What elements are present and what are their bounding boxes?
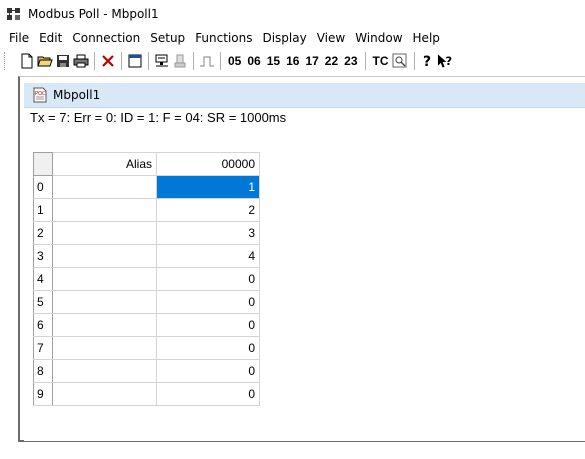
menu-file[interactable]: File bbox=[4, 29, 34, 47]
row-header[interactable]: 2 bbox=[33, 221, 53, 245]
delete-x-icon[interactable] bbox=[99, 51, 116, 71]
alias-cell[interactable] bbox=[52, 198, 157, 222]
grid-corner[interactable] bbox=[33, 152, 53, 176]
menu-setup[interactable]: Setup bbox=[145, 29, 190, 47]
toolbar-separator bbox=[220, 52, 221, 70]
register-grid: Alias 00000 01122334405060708090 bbox=[33, 152, 260, 406]
table-row: 50 bbox=[33, 290, 260, 314]
register-value-cell[interactable]: 0 bbox=[156, 359, 260, 383]
row-header[interactable]: 1 bbox=[33, 198, 53, 222]
save-icon[interactable] bbox=[54, 51, 71, 71]
fc-23-button[interactable]: 23 bbox=[341, 51, 360, 71]
row-header[interactable]: 6 bbox=[33, 313, 53, 337]
column-header-alias[interactable]: Alias bbox=[52, 152, 157, 176]
table-row: 34 bbox=[33, 244, 260, 268]
table-row: 40 bbox=[33, 267, 260, 291]
toolbar-separator bbox=[148, 52, 149, 70]
context-help-icon[interactable]: ? bbox=[437, 51, 454, 71]
toolbar-separator bbox=[413, 52, 415, 70]
window-icon[interactable] bbox=[126, 51, 143, 71]
fc-17-button[interactable]: 17 bbox=[302, 51, 321, 71]
row-header[interactable]: 0 bbox=[33, 175, 53, 199]
register-value-cell[interactable]: 2 bbox=[156, 198, 260, 222]
table-row: 80 bbox=[33, 359, 260, 383]
window-title: Modbus Poll - Mbpoll1 bbox=[28, 7, 159, 21]
table-row: 12 bbox=[33, 198, 260, 222]
fc-05-button[interactable]: 05 bbox=[225, 51, 244, 71]
new-file-icon[interactable] bbox=[18, 51, 35, 71]
menu-connection[interactable]: Connection bbox=[67, 29, 145, 47]
fc-15-button[interactable]: 15 bbox=[264, 51, 283, 71]
menu-functions[interactable]: Functions bbox=[190, 29, 257, 47]
register-value-cell[interactable]: 4 bbox=[156, 244, 260, 268]
row-header[interactable]: 4 bbox=[33, 267, 53, 291]
toolbar-grip[interactable] bbox=[4, 52, 7, 70]
toolbar-separator bbox=[193, 52, 194, 70]
toolbar: 05 06 15 16 17 22 23 TC ? ? bbox=[0, 49, 585, 73]
row-header[interactable]: 3 bbox=[33, 244, 53, 268]
register-value-cell[interactable]: 3 bbox=[156, 221, 260, 245]
pulse-icon[interactable] bbox=[198, 51, 215, 71]
menu-bar: File Edit Connection Setup Functions Dis… bbox=[0, 28, 585, 48]
tc-button[interactable]: TC bbox=[370, 51, 392, 71]
menu-edit[interactable]: Edit bbox=[34, 29, 67, 47]
fc-16-button[interactable]: 16 bbox=[283, 51, 302, 71]
alias-cell[interactable] bbox=[52, 221, 157, 245]
open-folder-icon[interactable] bbox=[36, 51, 53, 71]
table-row: 60 bbox=[33, 313, 260, 337]
row-header[interactable]: 5 bbox=[33, 290, 53, 314]
register-value-cell[interactable]: 0 bbox=[156, 267, 260, 291]
alias-cell[interactable] bbox=[52, 290, 157, 314]
alias-cell[interactable] bbox=[52, 359, 157, 383]
alias-cell[interactable] bbox=[52, 382, 157, 406]
row-header[interactable]: 7 bbox=[33, 336, 53, 360]
table-row: 90 bbox=[33, 382, 260, 406]
alias-cell[interactable] bbox=[52, 244, 157, 268]
child-window-title: Mbpoll1 bbox=[53, 88, 101, 102]
alias-cell[interactable] bbox=[52, 175, 157, 199]
alias-cell[interactable] bbox=[52, 336, 157, 360]
toolbar-separator bbox=[94, 52, 95, 70]
child-window-body: Tx = 7: Err = 0: ID = 1: F = 04: SR = 10… bbox=[24, 108, 585, 441]
register-value-cell[interactable]: 0 bbox=[156, 313, 260, 337]
svg-text:POC: POC bbox=[35, 91, 46, 97]
title-bar: Modbus Poll - Mbpoll1 bbox=[0, 0, 585, 28]
table-row: 70 bbox=[33, 336, 260, 360]
table-row: 23 bbox=[33, 221, 260, 245]
register-value-cell[interactable]: 1 bbox=[156, 175, 260, 199]
alias-cell[interactable] bbox=[52, 313, 157, 337]
help-icon[interactable]: ? bbox=[419, 51, 436, 71]
toolbar-separator bbox=[364, 52, 366, 70]
app-window: Modbus Poll - Mbpoll1 File Edit Connecti… bbox=[0, 0, 585, 459]
fc-06-button[interactable]: 06 bbox=[244, 51, 263, 71]
child-window-titlebar[interactable]: POC Mbpoll1 bbox=[24, 83, 585, 108]
tc-monitor-icon[interactable] bbox=[392, 51, 409, 71]
mdi-workspace: POC Mbpoll1 Tx = 7: Err = 0: ID = 1: F =… bbox=[18, 76, 585, 442]
menu-window[interactable]: Window bbox=[350, 29, 407, 47]
register-value-cell[interactable]: 0 bbox=[156, 382, 260, 406]
poll-document-icon: POC bbox=[32, 87, 48, 103]
svg-text:?: ? bbox=[423, 54, 431, 69]
menu-display[interactable]: Display bbox=[257, 29, 311, 47]
poll-status-line: Tx = 7: Err = 0: ID = 1: F = 04: SR = 10… bbox=[30, 110, 287, 125]
table-row: 01 bbox=[33, 175, 260, 199]
disconnect-icon[interactable] bbox=[171, 51, 188, 71]
connect-icon[interactable] bbox=[153, 51, 170, 71]
register-value-cell[interactable]: 0 bbox=[156, 336, 260, 360]
toolbar-separator bbox=[121, 52, 122, 70]
print-icon[interactable] bbox=[72, 51, 89, 71]
modbus-app-icon bbox=[6, 6, 22, 22]
row-header[interactable]: 8 bbox=[33, 359, 53, 383]
svg-text:?: ? bbox=[445, 54, 452, 68]
menu-view[interactable]: View bbox=[312, 29, 350, 47]
register-value-cell[interactable]: 0 bbox=[156, 290, 260, 314]
alias-cell[interactable] bbox=[52, 267, 157, 291]
menu-help[interactable]: Help bbox=[408, 29, 445, 47]
row-header[interactable]: 9 bbox=[33, 382, 53, 406]
column-header-address[interactable]: 00000 bbox=[156, 152, 260, 176]
fc-22-button[interactable]: 22 bbox=[322, 51, 341, 71]
